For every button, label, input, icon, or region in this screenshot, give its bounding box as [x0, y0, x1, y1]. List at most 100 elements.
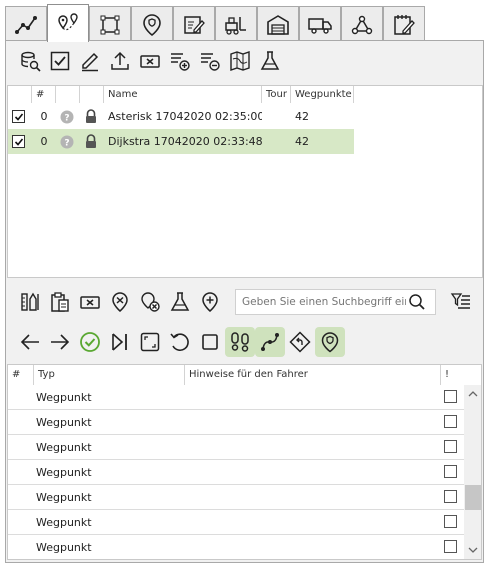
waypoint-flag-checkbox[interactable]: [444, 465, 457, 478]
filter-button[interactable]: [446, 287, 476, 317]
waypoint-flag-checkbox[interactable]: [444, 440, 457, 453]
edit-document-icon: [184, 15, 205, 34]
waypoint-row[interactable]: Wegpunkt: [8, 485, 464, 510]
waypoint-flag-checkbox[interactable]: [444, 540, 457, 553]
col-name[interactable]: Name: [104, 86, 262, 103]
waypoint-row[interactable]: Wegpunkt: [8, 385, 464, 410]
tab-depot[interactable]: [257, 6, 299, 42]
previous-button[interactable]: [15, 327, 45, 357]
walking-mode-button[interactable]: [225, 327, 255, 357]
col-lock[interactable]: [80, 86, 104, 103]
row-waypoints: 42: [295, 135, 309, 148]
col-status[interactable]: [56, 86, 80, 103]
delete-multi-pins-icon: [141, 292, 160, 312]
remove-from-list-button[interactable]: [195, 46, 225, 76]
row-check-cell[interactable]: [8, 129, 32, 154]
arrow-right-icon: [51, 334, 70, 350]
row-number: 0: [40, 135, 48, 148]
row-checkbox[interactable]: [12, 135, 25, 148]
waypoint-type: Wegpunkt: [36, 391, 92, 404]
add-pin-button[interactable]: [195, 287, 225, 317]
waypoint-flag-checkbox[interactable]: [444, 515, 457, 528]
test-waypoints-button[interactable]: [165, 287, 195, 317]
scroll-up-icon[interactable]: [464, 387, 482, 401]
svg-text:?: ?: [64, 138, 69, 148]
tab-route[interactable]: [5, 6, 47, 42]
waypoint-flag-checkbox[interactable]: [444, 490, 457, 503]
add-to-list-button[interactable]: [165, 46, 195, 76]
fit-frame-icon: [140, 332, 160, 352]
flask-icon: [260, 51, 280, 70]
remove-pin-button[interactable]: [105, 287, 135, 317]
delete-waypoints-button[interactable]: [75, 287, 105, 317]
row-status: ?: [56, 104, 80, 129]
waypoint-toolbar: [15, 287, 225, 317]
geofence-button[interactable]: [315, 327, 345, 357]
paste-button[interactable]: [45, 287, 75, 317]
filter-list-icon: [450, 293, 470, 309]
waypoint-row[interactable]: Wegpunkt: [8, 510, 464, 535]
row-check-cell[interactable]: [8, 104, 32, 129]
search-icon[interactable]: [408, 293, 426, 311]
edit-button[interactable]: [75, 46, 105, 76]
route-path-button[interactable]: [255, 327, 285, 357]
tours-toolbar: [15, 46, 285, 76]
stop-square-icon: [202, 334, 218, 350]
test-button[interactable]: [255, 46, 285, 76]
undo-button[interactable]: [165, 327, 195, 357]
search-input[interactable]: [236, 291, 408, 313]
skip-to-end-button[interactable]: [105, 327, 135, 357]
col-number[interactable]: #: [32, 86, 56, 103]
depot-building-icon: [267, 14, 289, 35]
tab-loading[interactable]: [215, 6, 257, 42]
col-waypoints[interactable]: Wegpunkte: [291, 86, 354, 103]
waypoint-row[interactable]: Wegpunkt: [8, 460, 464, 485]
remove-multiple-pins-button[interactable]: [135, 287, 165, 317]
tab-notes[interactable]: [383, 6, 425, 42]
tour-row[interactable]: 0 ? Asterisk 17042020 02:35:00 42: [8, 104, 354, 129]
row-lock[interactable]: [80, 129, 104, 154]
waypoint-flag-checkbox[interactable]: [444, 415, 457, 428]
remove-pin-icon: [112, 292, 128, 312]
col-number[interactable]: #: [8, 365, 34, 385]
scroll-down-icon[interactable]: [464, 543, 482, 557]
col-tour[interactable]: Tour: [262, 86, 291, 103]
export-button[interactable]: [105, 46, 135, 76]
tab-waypoints[interactable]: [47, 4, 89, 42]
tour-row-selected[interactable]: 0 ? Dijkstra 17042020 02:33:48 42: [8, 129, 354, 154]
col-type[interactable]: Typ: [34, 365, 185, 385]
fit-to-view-button[interactable]: [135, 327, 165, 357]
vertical-scrollbar[interactable]: [464, 385, 482, 559]
select-all-button[interactable]: [45, 46, 75, 76]
tools-button[interactable]: [15, 287, 45, 317]
svg-text:?: ?: [64, 113, 69, 123]
search-database-button[interactable]: [15, 46, 45, 76]
waypoint-row[interactable]: Wegpunkt: [8, 410, 464, 435]
waypoint-type: Wegpunkt: [36, 466, 92, 479]
waypoint-row[interactable]: Wegpunkt: [8, 435, 464, 460]
map-view-button[interactable]: [225, 46, 255, 76]
col-flag[interactable]: !: [441, 365, 464, 385]
row-lock[interactable]: [80, 104, 104, 129]
stop-button[interactable]: [195, 327, 225, 357]
waypoint-type: Wegpunkt: [36, 541, 92, 554]
map-pins-icon: [58, 12, 78, 30]
col-driver-hints[interactable]: Hinweise für den Fahrer: [185, 365, 441, 385]
tab-geofence[interactable]: [131, 6, 173, 42]
turn-direction-button[interactable]: [285, 327, 315, 357]
scrollbar-thumb[interactable]: [465, 485, 481, 510]
delete-button[interactable]: [135, 46, 165, 76]
tab-network[interactable]: [341, 6, 383, 42]
confirm-button[interactable]: [75, 327, 105, 357]
row-tour: [262, 104, 291, 129]
waypoint-row[interactable]: Wegpunkt: [8, 535, 464, 559]
col-check[interactable]: [8, 86, 32, 103]
next-button[interactable]: [45, 327, 75, 357]
row-checkbox[interactable]: [12, 110, 25, 123]
network-nodes-icon: [351, 15, 373, 34]
tab-edit-document[interactable]: [173, 6, 215, 42]
tab-area[interactable]: [89, 6, 131, 42]
waypoint-flag-checkbox[interactable]: [444, 390, 457, 403]
add-pin-icon: [202, 292, 218, 312]
tab-vehicles[interactable]: [299, 6, 341, 42]
